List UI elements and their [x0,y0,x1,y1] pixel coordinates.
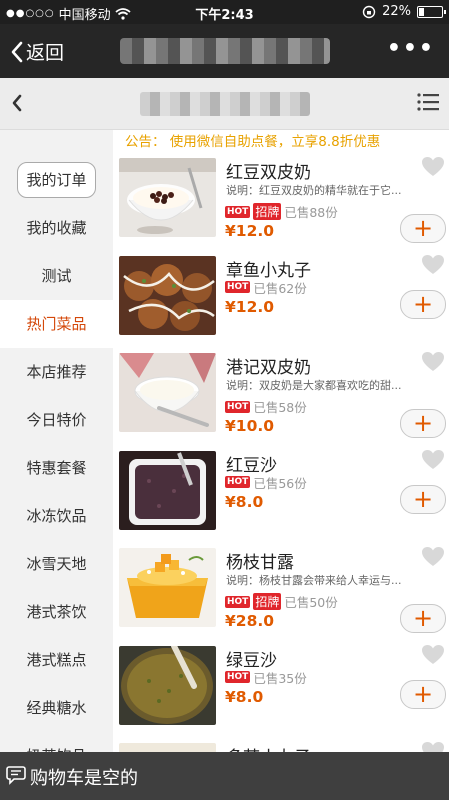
heart-icon[interactable] [421,156,445,178]
battery-level [419,7,424,16]
product-image [119,450,216,530]
back-button[interactable]: 返回 [10,38,64,65]
sidebar-item-hot-dishes[interactable]: 热门菜品 [0,300,113,348]
product-price: ¥8.0 [225,492,264,511]
chat-bubble-icon [6,766,26,785]
product-item[interactable]: 章鱼小丸子 HOT 已售62份 ¥12.0 + [113,252,449,350]
my-orders-button[interactable]: 我的订单 [0,156,113,204]
status-bar: ●●○○○ 中国移动 下午2:43 22% [0,0,449,24]
nav-bar: 返回 ••• [0,24,449,78]
product-price: ¥28.0 [225,612,275,630]
product-image [119,743,216,752]
sidebar-item-combo[interactable]: 特惠套餐 [0,444,113,492]
sidebar-item-test[interactable]: 测试 [0,252,113,300]
product-badges: HOT 招牌 已售88份 [225,202,338,221]
product-image [119,548,216,627]
cart-status: 购物车是空的 [30,768,138,789]
product-badges: HOT 已售62份 [225,278,307,297]
sold-count: 已售62份 [253,280,307,296]
add-to-cart-button[interactable]: + [400,409,446,438]
sold-count: 已售50份 [284,595,338,610]
product-item[interactable]: 绿豆沙 HOT 已售35份 ¥8.0 + [113,642,449,740]
chevron-left-icon [11,41,23,62]
product-description: 说明：杨枝甘露会带来给人幸运与... [226,574,402,587]
product-name: 红豆双皮奶 [226,163,311,183]
rotation-lock-icon [362,5,376,18]
product-item[interactable]: 杨枝甘露 说明：杨枝甘露会带来给人幸运与... HOT 招牌 已售50份 ¥28… [113,544,449,642]
add-to-cart-button[interactable]: + [400,484,446,514]
heart-icon[interactable] [421,546,445,568]
sidebar-item-ice-world[interactable]: 冰雪天地 [0,540,113,588]
signature-badge: 招牌 [253,203,282,220]
product-item[interactable]: 港记双皮奶 说明：双皮奶是大家都喜欢吃的甜... HOT 已售58份 ¥10.0… [113,349,449,447]
hot-badge: HOT [225,205,251,218]
product-image [119,353,216,432]
heart-icon[interactable] [421,449,445,471]
add-to-cart-button[interactable]: + [400,604,446,633]
sidebar-item-daily-special[interactable]: 今日特价 [0,396,113,444]
product-image [119,645,216,725]
sidebar-item-hk-pastry[interactable]: 港式糕点 [0,636,113,684]
product-price: ¥12.0 [225,222,275,240]
my-orders-label: 我的订单 [17,162,96,198]
battery-percent: 22% [382,4,411,19]
product-badges: HOT 招牌 已售50份 [225,592,338,611]
product-name: 港记双皮奶 [226,358,311,378]
list-menu-icon[interactable] [417,93,439,111]
sidebar-item-sweet-soup[interactable]: 经典糖水 [0,684,113,732]
signature-badge: 招牌 [253,593,282,610]
product-list: 红豆双皮奶 说明：红豆双皮奶的精华就在于它... HOT 招牌 已售88份 ¥1… [113,154,449,752]
add-to-cart-button[interactable]: + [400,289,446,319]
heart-icon[interactable] [421,644,445,666]
product-description: 说明：双皮奶是大家都喜欢吃的甜... [226,379,402,392]
sold-count: 已售56份 [253,475,307,491]
product-item[interactable]: 红豆双皮奶 说明：红豆双皮奶的精华就在于它... HOT 招牌 已售88份 ¥1… [113,154,449,252]
product-badges: HOT 已售56份 [225,473,307,492]
back-label: 返回 [26,42,65,64]
page-title-redacted [120,38,330,64]
sidebar-item-favorites[interactable]: 我的收藏 [0,204,113,252]
product-price: ¥12.0 [225,297,275,316]
add-to-cart-button[interactable]: + [400,679,446,709]
product-item[interactable]: 红豆沙 HOT 已售56份 ¥8.0 + [113,447,449,545]
battery-icon [417,5,446,18]
sold-count: 已售88份 [284,205,338,220]
hot-badge: HOT [225,595,251,608]
sidebar-item-recommended[interactable]: 本店推荐 [0,348,113,396]
shop-header [0,78,449,130]
product-image [119,255,216,335]
chevron-left-icon[interactable] [10,92,24,114]
product-image [119,158,216,237]
product-name: 杨枝甘露 [226,553,294,573]
notice-banner: 公告： 使用微信自助点餐，立享8.8折优惠 [113,130,449,154]
more-icon[interactable]: ••• [387,36,435,61]
heart-icon[interactable] [421,741,445,752]
add-to-cart-button[interactable]: + [400,214,446,243]
cart-bar[interactable]: 购物车是空的 [0,752,449,800]
hot-badge: HOT [225,281,251,293]
hot-badge: HOT [225,476,251,488]
category-sidebar: 我的订单 我的收藏 测试 热门菜品 本店推荐 今日特价 特惠套餐 冰冻饮品 冰雪… [0,130,113,752]
product-description: 说明：红豆双皮奶的精华就在于它... [226,184,402,197]
product-price: ¥8.0 [225,687,264,706]
product-badges: HOT 已售35份 [225,668,307,687]
sidebar-item-hk-tea[interactable]: 港式茶饮 [0,588,113,636]
product-item[interactable]: 多芒小丸子 [113,739,449,752]
sold-count: 已售35份 [253,670,307,686]
product-name: 多芒小丸子 [226,743,311,752]
sidebar-item-iced-drinks[interactable]: 冰冻饮品 [0,492,113,540]
product-badges: HOT 已售58份 [225,397,307,416]
hot-badge: HOT [225,671,251,683]
sold-count: 已售58份 [253,400,307,415]
sidebar-item-milk-tea[interactable]: 奶茶饮品 [0,732,113,752]
product-price: ¥10.0 [225,417,275,435]
hot-badge: HOT [225,400,251,413]
heart-icon[interactable] [421,351,445,373]
heart-icon[interactable] [421,254,445,276]
shop-name-redacted [140,92,310,116]
